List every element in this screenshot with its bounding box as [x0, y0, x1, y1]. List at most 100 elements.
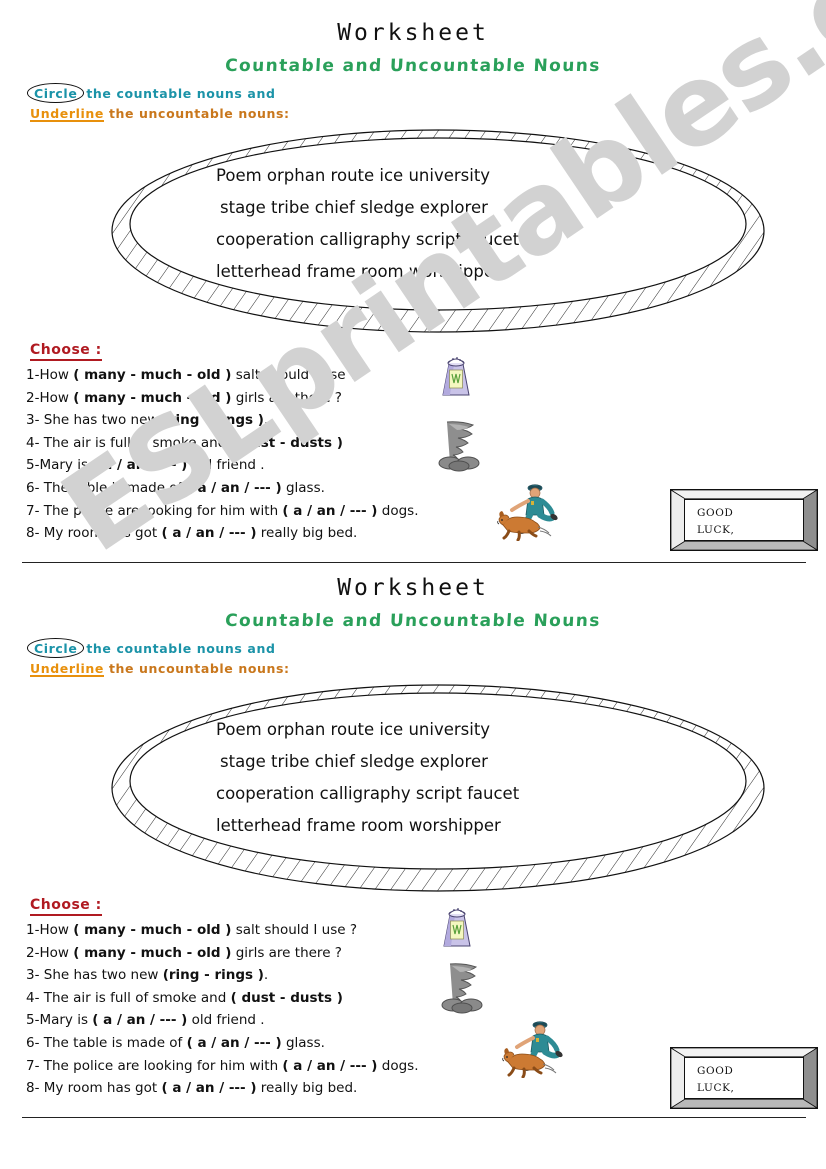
underline-instruction-text-2: the uncountable nouns:	[108, 661, 290, 676]
question-text-post: girls are there ?	[231, 944, 342, 961]
underline-keyword: Underline	[30, 106, 104, 121]
choose-question: 2-How ( many - much - old ) girls are th…	[26, 387, 418, 410]
word-line-3: cooperation calligraphy script faucet	[216, 230, 520, 249]
question-text-pre: 7- The police are looking for him with	[26, 502, 283, 519]
word-bank-words-2: Poem orphan route ice university stage t…	[216, 714, 656, 842]
worksheet-copy-top: Worksheet Countable and Uncountable Noun…	[0, 0, 826, 563]
good-luck-plaque: GOOD LUCK,	[670, 489, 818, 551]
question-text-pre: 7- The police are looking for him with	[26, 1057, 283, 1074]
page-title-2: Worksheet	[337, 575, 489, 601]
choose-question: 4- The air is full of smoke and ( dust -…	[26, 987, 418, 1010]
word-line-1: Poem orphan route ice university	[216, 166, 491, 185]
choose-question: 6- The table is made of ( a / an / --- )…	[26, 1032, 418, 1055]
worksheet-copy-bottom: Worksheet Countable and Uncountable Noun…	[0, 563, 826, 1169]
instruction-circle-2: Circle the countable nouns and	[30, 641, 276, 656]
plaque-line-2-b: LUCK,	[697, 1082, 735, 1094]
question-text-post: .	[263, 967, 269, 984]
question-text-post: old friend .	[187, 1012, 265, 1029]
underline-keyword-2: Underline	[30, 661, 104, 676]
choose-question: 3- She has two new (ring - rings ).	[26, 964, 418, 987]
choose-question: 1-How ( many - much - old ) salt should …	[26, 919, 418, 942]
question-options[interactable]: ( many - much - old )	[73, 922, 231, 938]
choose-question: 8- My room has got ( a / an / --- ) real…	[26, 1077, 418, 1100]
word-line-3-b: cooperation calligraphy script faucet	[216, 784, 520, 803]
question-text-post: salt should I use ?	[231, 367, 357, 383]
choose-question: 2-How ( many - much - old ) girls are th…	[26, 942, 418, 965]
question-text-post: really big bed.	[256, 1080, 358, 1097]
salt-shaker-icon	[436, 352, 476, 400]
question-options[interactable]: ( a / an / --- )	[92, 1012, 187, 1028]
choose-question: 7- The police are looking for him with (…	[26, 1055, 418, 1078]
question-options[interactable]: ( many - much - old )	[73, 390, 231, 406]
question-text-pre: 4- The air is full of smoke and	[26, 989, 231, 1006]
instruction-underline: Underline the uncountable nouns:	[30, 106, 290, 121]
dust-tornado-icon-2	[440, 962, 486, 1014]
section-divider	[22, 562, 806, 563]
question-options[interactable]: ( a / an / --- )	[92, 457, 187, 473]
plaque-inner-2: GOOD LUCK,	[684, 1057, 804, 1099]
question-options[interactable]: (ring - rings )	[163, 412, 264, 428]
underline-instruction-text: the uncountable nouns:	[108, 106, 290, 121]
instruction-underline-2: Underline the uncountable nouns:	[30, 661, 290, 676]
choose-question: 6- The table is made of ( a / an / --- )…	[26, 477, 418, 500]
question-text-post: dogs.	[377, 1057, 419, 1074]
circle-keyword-2: Circle	[30, 641, 81, 656]
question-text-pre: 8- My room has got	[26, 1080, 162, 1097]
plaque-line-1-b: GOOD	[697, 1065, 734, 1077]
question-text-pre: 6- The table is made of	[26, 1034, 187, 1051]
question-options[interactable]: ( a / an / --- )	[161, 1080, 256, 1096]
instruction-circle: Circle the countable nouns and	[30, 86, 276, 101]
word-line-2-b: stage tribe chief sledge explorer	[220, 752, 488, 771]
police-officer-with-dog-icon	[497, 481, 563, 541]
question-text-pre: 5-Mary is	[26, 1012, 93, 1029]
circle-instruction-text-2: the countable nouns and	[86, 641, 276, 656]
question-options[interactable]: ( many - much - old )	[73, 367, 231, 383]
word-line-2: stage tribe chief sledge explorer	[220, 198, 488, 217]
question-text-post: old friend .	[187, 457, 265, 474]
question-text-post: salt should I use ?	[231, 922, 357, 938]
question-text-post: girls are there ?	[231, 389, 342, 406]
word-line-1-b: Poem orphan route ice university	[216, 720, 491, 739]
question-text-pre: 1-How	[26, 922, 74, 938]
choose-question: 5-Mary is ( a / an / --- ) old friend .	[26, 1009, 418, 1032]
plaque-line-1: GOOD	[697, 507, 734, 519]
word-line-4-b: letterhead frame room worshipper	[216, 816, 501, 835]
choose-question: 4- The air is full of smoke and ( dust -…	[26, 432, 418, 455]
question-options[interactable]: ( a / an / --- )	[282, 1058, 377, 1074]
question-text-pre: 2-How	[26, 389, 74, 406]
question-options[interactable]: ( a / an / --- )	[282, 503, 377, 519]
question-text-post: glass.	[281, 1034, 325, 1051]
page-subtitle-2: Countable and Uncountable Nouns	[224, 611, 602, 631]
word-line-4: letterhead frame room worshipper	[216, 262, 501, 281]
choose-question: 5-Mary is ( a / an / --- ) old friend .	[26, 454, 418, 477]
question-text-post: dogs.	[377, 502, 419, 519]
question-text-post: .	[263, 412, 269, 429]
question-options[interactable]: ( a / an / --- )	[187, 480, 282, 496]
question-text-pre: 2-How	[26, 944, 74, 961]
page-title: Worksheet	[337, 20, 489, 46]
question-options[interactable]: ( a / an / --- )	[187, 1035, 282, 1051]
bottom-divider	[22, 1117, 806, 1118]
question-text-pre: 5-Mary is	[26, 457, 93, 474]
question-text-pre: 3- She has two new	[26, 967, 163, 984]
question-options[interactable]: ( dust - dusts )	[231, 435, 343, 451]
police-officer-with-dog-icon-2	[502, 1018, 568, 1078]
choose-question: 3- She has two new (ring - rings ).	[26, 409, 418, 432]
plaque-inner: GOOD LUCK,	[684, 499, 804, 541]
good-luck-plaque-2: GOOD LUCK,	[670, 1047, 818, 1109]
question-text-pre: 4- The air is full of smoke and	[26, 434, 231, 451]
word-bank-words: Poem orphan route ice university stage t…	[216, 160, 656, 288]
choose-question: 1-How ( many - much - old ) salt should …	[26, 364, 418, 387]
question-options[interactable]: ( a / an / --- )	[161, 525, 256, 541]
circle-keyword: Circle	[30, 86, 81, 101]
page-subtitle: Countable and Uncountable Nouns	[224, 56, 602, 76]
choose-question-list-2: 1-How ( many - much - old ) salt should …	[26, 919, 418, 1100]
question-options[interactable]: ( many - much - old )	[73, 945, 231, 961]
choose-question-list: 1-How ( many - much - old ) salt should …	[26, 364, 418, 545]
choose-heading-2: Choose :	[30, 897, 102, 916]
choose-heading: Choose :	[30, 342, 102, 361]
circle-instruction-text: the countable nouns and	[86, 86, 276, 101]
question-options[interactable]: (ring - rings )	[163, 967, 264, 983]
question-text-pre: 3- She has two new	[26, 412, 163, 429]
question-options[interactable]: ( dust - dusts )	[231, 990, 343, 1006]
